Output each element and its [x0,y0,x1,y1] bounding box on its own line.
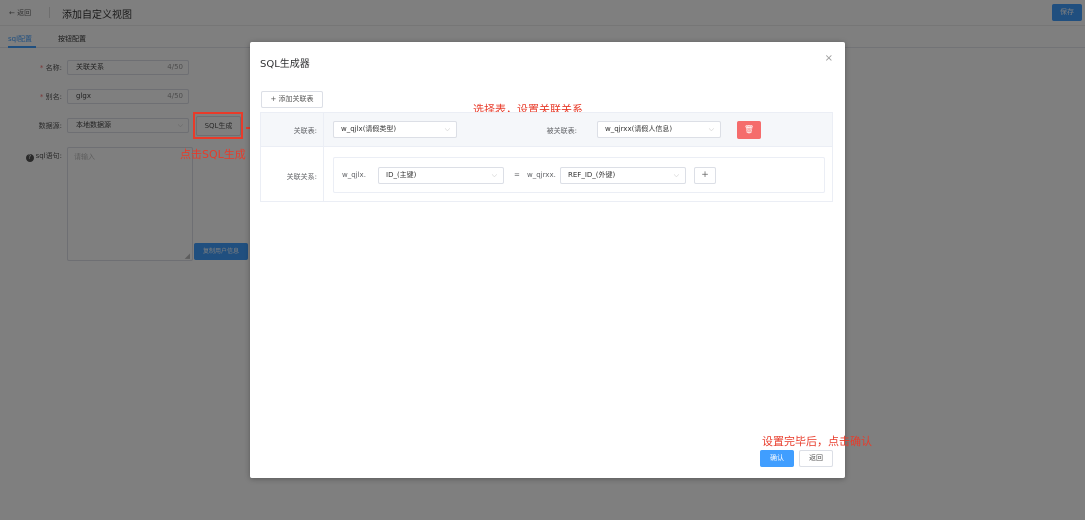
sql-generator-dialog: SQL生成器 × + 添加关联表 选择表，设置关联关系 关联表: w_qjlx(… [250,42,872,478]
right-table-prefix: w_qjrxx. [527,171,556,179]
join-table-select[interactable]: w_qjlx(请假类型) ⌵ [333,121,457,138]
add-relation-button[interactable]: + [694,167,716,184]
left-table-prefix: w_qjlx. [342,171,366,179]
annotation-click-sql-gen: 点击SQL生成 [180,148,246,161]
relation-box: w_qjlx. ID_(主键) ⌵ = w_qjrxx. REF_ID_(外键) ⌵… [333,157,825,193]
close-icon[interactable]: × [825,53,833,64]
add-join-table-button[interactable]: + 添加关联表 [261,91,323,108]
dialog-title: SQL生成器 [260,59,310,70]
joined-table-label: 被关联表: [546,127,577,135]
chevron-down-icon: ⌵ [708,125,714,133]
chevron-down-icon: ⌵ [491,171,497,179]
annotation-highlight-box [193,112,243,139]
chevron-down-icon: ⌵ [673,171,679,179]
confirm-button[interactable]: 确认 [760,450,794,467]
delete-icon[interactable]: 🗑 [737,121,761,139]
return-button[interactable]: 返回 [799,450,833,467]
left-field-select[interactable]: ID_(主键) ⌵ [378,167,504,184]
join-config-table: 关联表: w_qjlx(请假类型) ⌵ 被关联表: w_qjrxx(请假人信息) ⌵… [260,112,833,202]
right-field-select[interactable]: REF_ID_(外键) ⌵ [560,167,686,184]
relation-label: 关联关系: [286,173,317,181]
annotation-confirm-hint: 设置完毕后，点击确认 [762,435,872,448]
chevron-down-icon: ⌵ [444,125,450,133]
equals-sign: = [514,171,520,179]
joined-table-select[interactable]: w_qjrxx(请假人信息) ⌵ [597,121,721,138]
join-table-label: 关联表: [293,127,317,135]
